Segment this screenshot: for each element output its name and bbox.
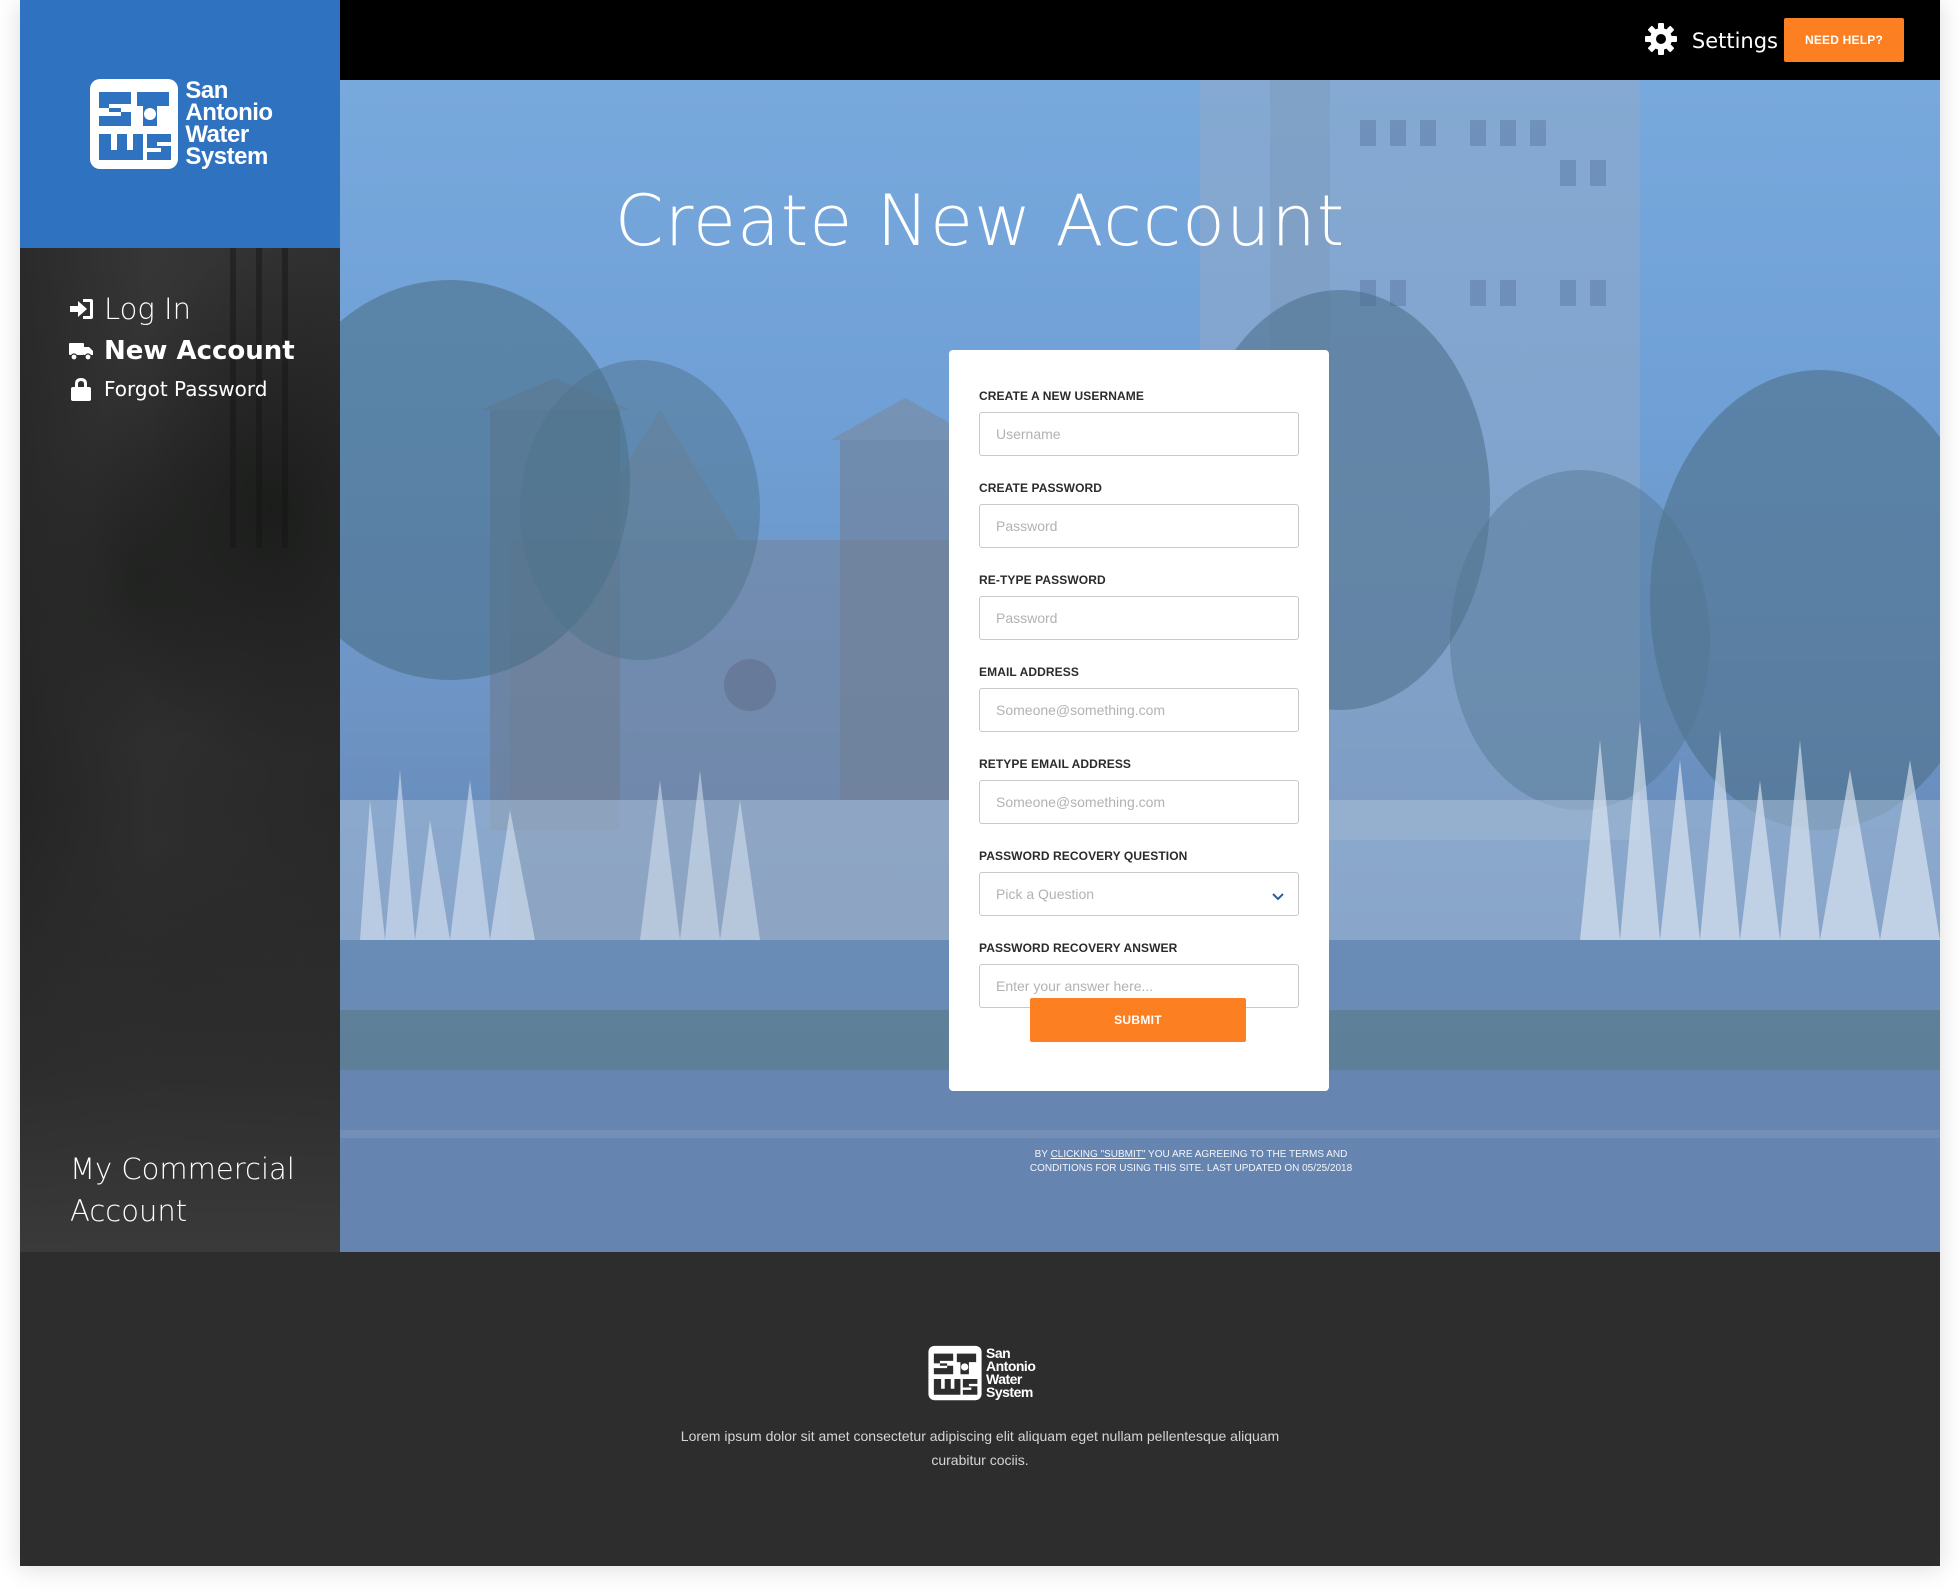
sidebar-item-label: New Account	[104, 336, 295, 366]
terms-prefix: BY	[1034, 1149, 1051, 1160]
sidebar-item-forgot-password[interactable]: Forgot Password	[68, 376, 295, 402]
gear-icon	[1644, 22, 1678, 60]
footer: San Antonio Water System Lorem ipsum dol…	[20, 1252, 1940, 1566]
sidebar-nav: Log In New Account Forgot Password	[68, 292, 295, 412]
commercial-account-line: My Commercial	[70, 1152, 295, 1186]
chevron-down-icon	[1271, 887, 1285, 906]
need-help-button[interactable]: NEED HELP?	[1784, 18, 1904, 62]
brand-logo[interactable]: San Antonio Water System	[87, 76, 273, 172]
sidebar-item-log-in[interactable]: Log In	[68, 292, 295, 326]
retype-password-input[interactable]	[979, 596, 1299, 640]
recovery-answer-label: PASSWORD RECOVERY ANSWER	[979, 941, 1178, 955]
recovery-question-label: PASSWORD RECOVERY QUESTION	[979, 849, 1188, 863]
login-arrow-icon	[68, 297, 98, 321]
saws-emblem-icon	[87, 76, 181, 172]
sidebar-item-new-account[interactable]: New Account	[68, 336, 295, 366]
create-account-form: CREATE A NEW USERNAME CREATE PASSWORD RE…	[949, 350, 1329, 1091]
sidebar: San Antonio Water System Log In New Acco…	[20, 0, 340, 1252]
terms-notice: BY CLICKING "SUBMIT" YOU ARE AGREEING TO…	[1026, 1148, 1356, 1176]
sidebar-logo-panel: San Antonio Water System	[20, 0, 340, 248]
footer-text: Lorem ipsum dolor sit amet consectetur a…	[680, 1428, 1280, 1468]
password-input[interactable]	[979, 504, 1299, 548]
retype-email-label: RETYPE EMAIL ADDRESS	[979, 757, 1132, 771]
retype-password-label: RE-TYPE PASSWORD	[979, 573, 1106, 587]
terms-link[interactable]: CLICKING "SUBMIT"	[1051, 1149, 1146, 1160]
truck-icon	[68, 340, 98, 362]
settings-label: Settings	[1691, 29, 1778, 53]
email-input[interactable]	[979, 688, 1299, 732]
email-label: EMAIL ADDRESS	[979, 665, 1079, 679]
username-label: CREATE A NEW USERNAME	[979, 389, 1144, 403]
retype-email-input[interactable]	[979, 780, 1299, 824]
username-input[interactable]	[979, 412, 1299, 456]
sidebar-item-label: Log In	[104, 292, 191, 326]
settings-link[interactable]: Settings	[1644, 22, 1778, 60]
recovery-question-select[interactable]: Pick a Question	[979, 872, 1299, 916]
password-label: CREATE PASSWORD	[979, 481, 1103, 495]
logo-text-line: System	[986, 1384, 1033, 1400]
top-bar: Settings NEED HELP?	[340, 0, 1940, 80]
saws-emblem-icon	[926, 1344, 984, 1402]
lock-icon	[68, 376, 98, 402]
submit-button[interactable]: SUBMIT	[1030, 998, 1246, 1042]
footer-logo[interactable]: San Antonio Water System	[926, 1344, 1036, 1402]
logo-text-line: System	[185, 143, 268, 170]
page-title: Create New Account	[614, 180, 1346, 262]
commercial-account-line: Account	[70, 1194, 188, 1228]
hero-section: Create New Account CREATE A NEW USERNAME…	[340, 80, 1940, 1252]
my-commercial-account-link[interactable]: My Commercial Account	[70, 1148, 320, 1232]
page-frame: San Antonio Water System Log In New Acco…	[20, 0, 1940, 1566]
sidebar-item-label: Forgot Password	[104, 377, 268, 401]
recovery-question-value: Pick a Question	[979, 872, 1299, 916]
